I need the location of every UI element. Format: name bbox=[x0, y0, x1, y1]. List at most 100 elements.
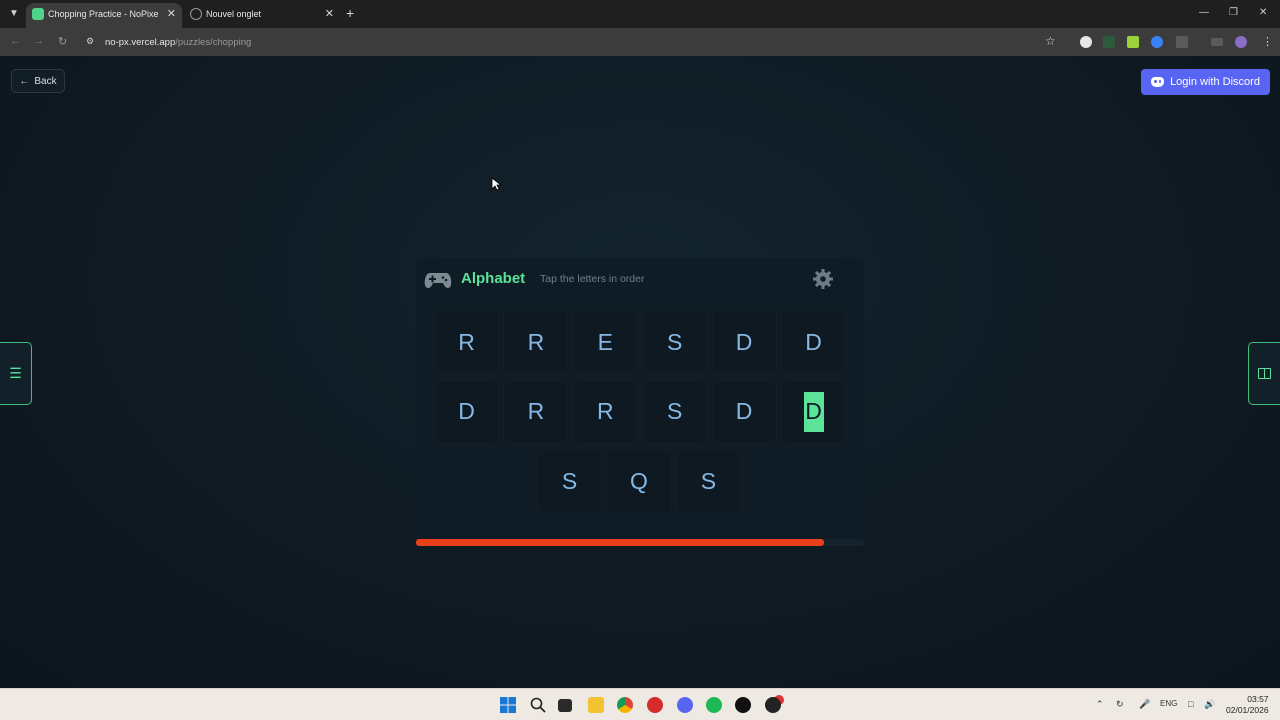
app-icon[interactable] bbox=[765, 697, 781, 713]
current-letter-highlight: D bbox=[803, 391, 824, 432]
chevron-up-icon[interactable]: ⌃ bbox=[1096, 699, 1104, 710]
network-icon[interactable]: □ bbox=[1188, 699, 1193, 709]
letter-tile[interactable]: D bbox=[782, 380, 845, 443]
app-icon[interactable] bbox=[735, 697, 751, 713]
login-label: Login with Discord bbox=[1170, 76, 1260, 88]
letter-tile[interactable]: R bbox=[504, 311, 568, 373]
reading-list-icon[interactable] bbox=[1211, 38, 1223, 46]
back-button[interactable]: ← Back bbox=[11, 69, 65, 93]
letter-label: D bbox=[735, 398, 753, 424]
letter-tile[interactable]: D bbox=[782, 311, 845, 373]
site-favicon-icon bbox=[32, 8, 44, 20]
forward-arrow-icon[interactable]: → bbox=[33, 35, 44, 47]
search-icon[interactable] bbox=[530, 697, 546, 713]
site-info-icon[interactable]: ⚙ bbox=[86, 36, 97, 47]
letter-tile[interactable]: S bbox=[643, 380, 707, 443]
letter-label: D bbox=[805, 328, 822, 355]
letter-tile[interactable]: R bbox=[573, 380, 637, 443]
menu-drawer-button[interactable]: ☰ bbox=[0, 342, 32, 405]
letter-label: Q bbox=[630, 467, 648, 494]
letter-label: R bbox=[596, 398, 614, 424]
back-arrow-icon[interactable]: ← bbox=[10, 35, 21, 47]
chrome-icon[interactable] bbox=[617, 697, 633, 713]
letter-tile[interactable]: D bbox=[712, 311, 776, 373]
back-label: Back bbox=[34, 75, 57, 87]
letter-label: R bbox=[458, 328, 475, 355]
file-explorer-icon[interactable] bbox=[588, 697, 604, 713]
puzzle-title: Alphabet bbox=[461, 270, 526, 287]
restore-icon[interactable]: ❐ bbox=[1229, 7, 1238, 18]
discord-taskbar-icon[interactable] bbox=[677, 697, 693, 713]
url-host: no-px.vercel.app bbox=[105, 37, 176, 48]
login-discord-button[interactable]: Login with Discord bbox=[1141, 69, 1270, 95]
bookmark-star-icon[interactable]: ☆ bbox=[1045, 34, 1056, 48]
extension-icon[interactable] bbox=[1151, 36, 1163, 48]
windows-taskbar: ⌃ ↻ 🎤 ENG □ 🔊 03:57 02/01/2026 bbox=[0, 688, 1280, 720]
spotify-icon[interactable] bbox=[706, 697, 722, 713]
letter-label: S bbox=[667, 398, 683, 424]
url-field[interactable]: no-px.vercel.app/puzzles/chopping bbox=[105, 37, 251, 48]
tab-new-tab[interactable]: Nouvel onglet ✕ bbox=[184, 3, 340, 28]
timer-bar-fill bbox=[416, 539, 824, 546]
letter-label: S bbox=[700, 467, 717, 494]
letter-label: E bbox=[597, 328, 613, 355]
browser-menu-icon[interactable]: ⋮ bbox=[1262, 35, 1273, 48]
extension-icon[interactable] bbox=[1103, 36, 1115, 48]
letter-tile[interactable]: S bbox=[676, 450, 740, 512]
url-path: /puzzles/chopping bbox=[175, 37, 252, 48]
close-tab-icon[interactable]: ✕ bbox=[167, 7, 176, 20]
volume-icon[interactable]: 🔊 bbox=[1204, 699, 1215, 710]
book-icon bbox=[1258, 368, 1271, 379]
letter-tile[interactable]: D bbox=[712, 380, 776, 443]
sync-icon[interactable]: ↻ bbox=[1116, 699, 1124, 710]
letter-tile[interactable]: D bbox=[435, 380, 498, 443]
letter-tile[interactable]: S bbox=[643, 311, 707, 373]
extension-icon[interactable] bbox=[1080, 36, 1092, 48]
task-view-icon[interactable] bbox=[558, 699, 572, 712]
microphone-icon[interactable]: 🎤 bbox=[1139, 699, 1150, 710]
mouse-cursor-icon bbox=[491, 177, 501, 191]
globe-icon bbox=[190, 8, 202, 20]
clock[interactable]: 03:57 02/01/2026 bbox=[1226, 694, 1269, 716]
tab-search-icon[interactable]: ▼ bbox=[6, 6, 22, 22]
letter-label: R bbox=[527, 328, 545, 355]
page-content: ← Back Login with Discord ☰ Alphabet Tap… bbox=[0, 56, 1280, 688]
clock-time: 03:57 bbox=[1247, 694, 1269, 704]
tab-chopping-practice[interactable]: Chopping Practice - NoPixel 4.0 ✕ bbox=[26, 3, 182, 28]
reload-icon[interactable]: ↻ bbox=[58, 35, 67, 48]
discord-icon bbox=[1151, 77, 1165, 87]
puzzle-panel: Alphabet Tap the letters in order R R E S D D… bbox=[416, 258, 864, 540]
extension-icon[interactable] bbox=[1127, 36, 1139, 48]
new-tab-plus-icon[interactable]: + bbox=[346, 6, 354, 20]
close-window-icon[interactable]: ✕ bbox=[1259, 7, 1267, 18]
letter-tile[interactable]: R bbox=[435, 311, 498, 373]
hamburger-menu-icon: ☰ bbox=[9, 365, 22, 381]
letter-label: R bbox=[527, 398, 545, 424]
settings-gear-icon[interactable] bbox=[812, 268, 834, 290]
profile-avatar-icon[interactable] bbox=[1235, 36, 1247, 48]
letter-tile[interactable]: Q bbox=[607, 450, 671, 512]
letter-tile[interactable]: S bbox=[538, 450, 602, 512]
guide-drawer-button[interactable] bbox=[1248, 342, 1280, 405]
letter-label: S bbox=[561, 467, 578, 494]
letter-label: D bbox=[735, 328, 753, 355]
extensions-puzzle-icon[interactable] bbox=[1176, 36, 1188, 48]
tab-title: Nouvel onglet bbox=[206, 9, 262, 19]
arrow-left-icon: ← bbox=[19, 75, 30, 87]
letter-label: D bbox=[458, 398, 475, 424]
puzzle-instructions: Tap the letters in order bbox=[540, 273, 645, 285]
close-tab-icon[interactable]: ✕ bbox=[325, 7, 334, 20]
letter-tile[interactable]: E bbox=[573, 311, 637, 373]
timer-bar bbox=[416, 539, 864, 546]
windows-start-icon[interactable] bbox=[500, 697, 516, 713]
language-indicator[interactable]: ENG bbox=[1160, 699, 1177, 708]
minimize-icon[interactable]: — bbox=[1199, 7, 1209, 18]
address-bar: ← → ↻ ⚙ no-px.vercel.app/puzzles/choppin… bbox=[0, 28, 1280, 56]
gamepad-icon bbox=[424, 273, 452, 288]
letter-tile[interactable]: R bbox=[504, 380, 568, 443]
clock-date: 02/01/2026 bbox=[1226, 705, 1269, 715]
letter-label: S bbox=[667, 328, 683, 355]
browser-tab-bar: ▼ Chopping Practice - NoPixel 4.0 ✕ Nouv… bbox=[0, 0, 1280, 28]
app-icon[interactable] bbox=[647, 697, 663, 713]
tab-title: Chopping Practice - NoPixel 4.0 bbox=[48, 9, 158, 19]
